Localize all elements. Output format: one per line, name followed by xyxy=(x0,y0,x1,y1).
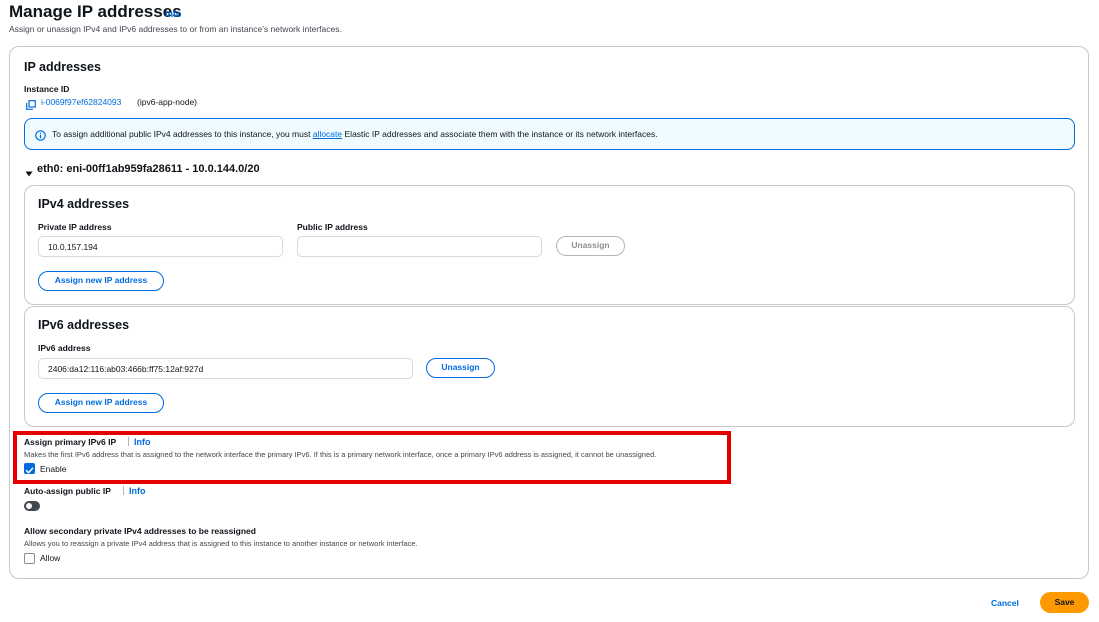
primary-ipv6-description: Makes the first IPv6 address that is ass… xyxy=(24,450,657,459)
checkmark-icon xyxy=(25,467,34,474)
alert-message: To assign additional public IPv4 address… xyxy=(52,129,658,139)
label-separator xyxy=(128,437,129,446)
public-ip-input[interactable] xyxy=(297,236,542,257)
info-circle-icon xyxy=(35,128,46,141)
ipv6-assign-new-button[interactable]: Assign new IP address xyxy=(38,393,164,413)
ipv6-address-label: IPv6 address xyxy=(38,343,91,353)
secondary-reassign-label: Allow secondary private IPv4 addresses t… xyxy=(24,526,256,536)
page-description: Assign or unassign IPv4 and IPv6 address… xyxy=(9,24,342,34)
alert-text-suffix: Elastic IP addresses and associate them … xyxy=(344,129,658,139)
primary-ipv6-info-link[interactable]: Info xyxy=(134,437,151,447)
alert-text-prefix: To assign additional public IPv4 address… xyxy=(52,129,311,139)
auto-assign-toggle[interactable] xyxy=(24,501,40,511)
header-info-link[interactable]: Info xyxy=(165,9,182,19)
secondary-reassign-description: Allows you to reassign a private IPv4 ad… xyxy=(24,539,418,548)
auto-assign-label: Auto-assign public IP xyxy=(24,486,111,496)
interface-header[interactable]: eth0: eni-00ff1ab959fa28611 - 10.0.144.0… xyxy=(37,163,260,175)
cancel-button[interactable]: Cancel xyxy=(991,598,1019,608)
ipv6-title: IPv6 addresses xyxy=(38,318,130,332)
ip-section-title: IP addresses xyxy=(24,60,101,74)
page-title: Manage IP addresses xyxy=(9,2,182,21)
instance-id-link[interactable]: i-0069f97ef62824093 xyxy=(41,97,121,107)
allocate-link[interactable]: allocate xyxy=(313,129,342,139)
toggle-knob xyxy=(26,503,32,509)
primary-ipv6-label: Assign primary IPv6 IP xyxy=(24,437,117,447)
private-ip-label: Private IP address xyxy=(38,222,112,232)
allow-checkbox[interactable] xyxy=(24,553,35,564)
ipv4-title: IPv4 addresses xyxy=(38,197,130,211)
ipv4-unassign-button[interactable]: Unassign xyxy=(556,236,625,256)
primary-ipv6-checkbox-label: Enable xyxy=(40,464,67,474)
copy-icon[interactable] xyxy=(26,97,36,110)
primary-ipv6-checkbox[interactable] xyxy=(24,463,35,474)
label-separator xyxy=(123,486,124,495)
save-button[interactable]: Save xyxy=(1040,592,1089,613)
ipv6-address-input[interactable] xyxy=(38,358,413,379)
instance-id-label: Instance ID xyxy=(24,84,70,94)
instance-name: (ipv6-app-node) xyxy=(137,97,198,107)
ipv6-unassign-button[interactable]: Unassign xyxy=(426,358,495,378)
private-ip-input[interactable] xyxy=(38,236,283,257)
allow-checkbox-label: Allow xyxy=(40,553,61,563)
caret-down-icon[interactable] xyxy=(25,165,33,177)
ipv4-assign-new-button[interactable]: Assign new IP address xyxy=(38,271,164,291)
public-ip-label: Public IP address xyxy=(297,222,368,232)
auto-assign-info-link[interactable]: Info xyxy=(129,486,146,496)
info-alert: To assign additional public IPv4 address… xyxy=(24,118,1075,150)
